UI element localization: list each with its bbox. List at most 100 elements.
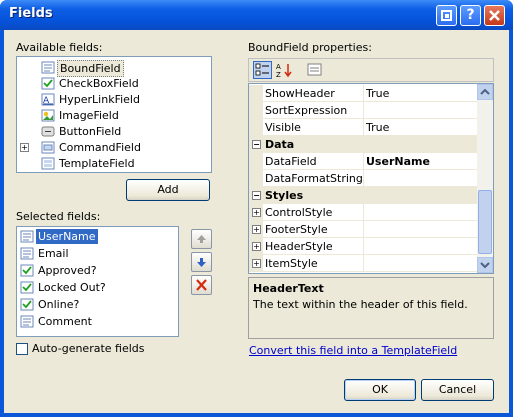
property-value[interactable]: True xyxy=(366,87,389,100)
property-row[interactable]: + FooterStyle xyxy=(249,221,478,238)
selected-field-item[interactable]: Approved? xyxy=(19,263,99,279)
arrow-up-icon xyxy=(197,235,206,243)
available-field-item[interactable]: ButtonField xyxy=(27,124,123,140)
property-name: DataField xyxy=(265,155,317,168)
selected-field-label: Online? xyxy=(38,298,80,311)
help-icon[interactable]: ? xyxy=(460,5,481,26)
move-down-button[interactable] xyxy=(191,252,212,272)
property-margin xyxy=(249,170,263,187)
property-row[interactable]: DataField UserName xyxy=(249,153,478,170)
add-button[interactable]: Add xyxy=(126,179,210,201)
available-field-item[interactable]: A HyperLinkField xyxy=(27,92,142,108)
dialog-window: Fields ? Available fields: BoundField Che… xyxy=(0,0,513,417)
tree-expand-icon[interactable]: + xyxy=(20,143,29,152)
property-name: SortExpression xyxy=(265,104,348,117)
property-category-label: Styles xyxy=(265,189,304,202)
expand-icon[interactable]: + xyxy=(252,208,261,217)
property-name: ControlStyle xyxy=(265,206,333,219)
button-field-icon xyxy=(41,125,55,138)
ok-button[interactable]: OK xyxy=(344,379,416,401)
move-up-button[interactable] xyxy=(191,229,212,249)
properties-label: BoundField properties: xyxy=(248,41,372,54)
template-field-icon xyxy=(41,157,55,170)
property-divider xyxy=(363,238,364,255)
available-field-item[interactable]: CheckBoxField xyxy=(27,76,141,92)
collapse-icon[interactable]: − xyxy=(252,140,261,149)
property-pages-button[interactable] xyxy=(305,61,324,79)
convert-templatefield-link[interactable]: Convert this field into a TemplateField xyxy=(249,344,457,357)
property-grid[interactable]: ShowHeader True SortExpression Visible True −… xyxy=(248,83,494,274)
selected-field-label: Email xyxy=(38,247,69,260)
available-field-label: BoundField xyxy=(57,60,124,77)
bound-field-icon xyxy=(20,230,34,243)
property-row[interactable]: SortExpression xyxy=(249,102,478,119)
property-category[interactable]: − Data xyxy=(249,136,478,153)
property-divider xyxy=(363,102,364,119)
description-text: The text within the header of this field… xyxy=(253,298,468,311)
selected-fields-list[interactable]: UserName Email Approved? Locked Out? Online?… xyxy=(16,226,179,337)
property-divider xyxy=(363,170,364,187)
restore-icon[interactable] xyxy=(436,5,457,26)
property-row[interactable]: Visible True xyxy=(249,119,478,136)
available-field-label: TemplateField xyxy=(59,157,135,170)
property-row[interactable]: + ControlStyle xyxy=(249,204,478,221)
expand-icon[interactable]: + xyxy=(252,242,261,251)
property-row[interactable]: DataFormatString xyxy=(249,170,478,187)
available-field-label: ButtonField xyxy=(59,125,122,138)
property-row[interactable]: + HeaderStyle xyxy=(249,238,478,255)
property-category[interactable]: − Styles xyxy=(249,187,478,204)
property-category-label: Data xyxy=(265,138,295,151)
cancel-button[interactable]: Cancel xyxy=(421,379,494,401)
available-field-item[interactable]: TemplateField xyxy=(27,156,137,172)
selected-field-label: Approved? xyxy=(38,264,97,277)
scroll-thumb[interactable] xyxy=(478,190,492,254)
available-field-label: CommandField xyxy=(59,141,141,154)
available-field-item[interactable]: BoundField xyxy=(27,60,124,77)
bound-field-icon xyxy=(20,247,34,260)
property-divider xyxy=(363,204,364,221)
checkbox-field-icon xyxy=(20,298,34,311)
bound-field-icon xyxy=(41,61,55,74)
selected-field-item[interactable]: Comment xyxy=(19,314,94,330)
collapse-icon[interactable]: − xyxy=(252,191,261,200)
svg-text:Z: Z xyxy=(276,71,281,79)
property-margin xyxy=(249,85,263,102)
scroll-up-icon[interactable] xyxy=(477,84,493,100)
autogenerate-checkbox[interactable] xyxy=(16,343,28,355)
dialog-client: Available fields: BoundField CheckBoxFiel… xyxy=(4,30,509,413)
selected-field-item[interactable]: Locked Out? xyxy=(19,280,108,296)
property-value[interactable]: UserName xyxy=(366,155,430,168)
property-row[interactable]: ShowHeader True xyxy=(249,85,478,102)
available-fields-tree[interactable]: BoundField CheckBoxField A HyperLinkField Im… xyxy=(16,56,212,173)
expand-icon[interactable]: + xyxy=(252,259,261,268)
selected-field-item[interactable]: UserName xyxy=(19,229,98,245)
property-value[interactable]: True xyxy=(366,121,389,134)
image-field-icon xyxy=(41,109,55,122)
properties-toolbar: AZ xyxy=(248,58,494,82)
available-field-item[interactable]: ImageField xyxy=(27,108,121,124)
property-name: DataFormatString xyxy=(265,172,363,185)
property-row[interactable]: + ItemStyle xyxy=(249,255,478,272)
available-field-item[interactable]: + CommandField xyxy=(20,140,143,156)
property-grid-scrollbar[interactable] xyxy=(477,84,493,273)
property-divider xyxy=(363,119,364,136)
property-name: FooterStyle xyxy=(265,223,328,236)
delete-button[interactable] xyxy=(191,275,212,295)
property-margin xyxy=(249,153,263,170)
expand-icon[interactable]: + xyxy=(252,225,261,234)
scroll-down-icon[interactable] xyxy=(477,257,493,273)
property-margin xyxy=(249,119,263,136)
selected-field-label: Locked Out? xyxy=(38,281,106,294)
alphabetical-button[interactable]: AZ xyxy=(275,61,294,79)
selected-field-item[interactable]: Email xyxy=(19,246,71,262)
description-panel: HeaderText The text within the header of… xyxy=(248,277,494,339)
close-icon[interactable] xyxy=(484,5,505,26)
property-name: ShowHeader xyxy=(265,87,335,100)
available-fields-label: Available fields: xyxy=(16,41,103,54)
hyperlink-field-icon: A xyxy=(41,93,55,106)
selected-field-item[interactable]: Online? xyxy=(19,297,81,313)
selected-field-label: UserName xyxy=(36,229,98,244)
categorized-button[interactable] xyxy=(253,61,272,79)
titlebar[interactable]: Fields ? xyxy=(0,0,513,30)
arrow-down-icon xyxy=(197,258,206,267)
